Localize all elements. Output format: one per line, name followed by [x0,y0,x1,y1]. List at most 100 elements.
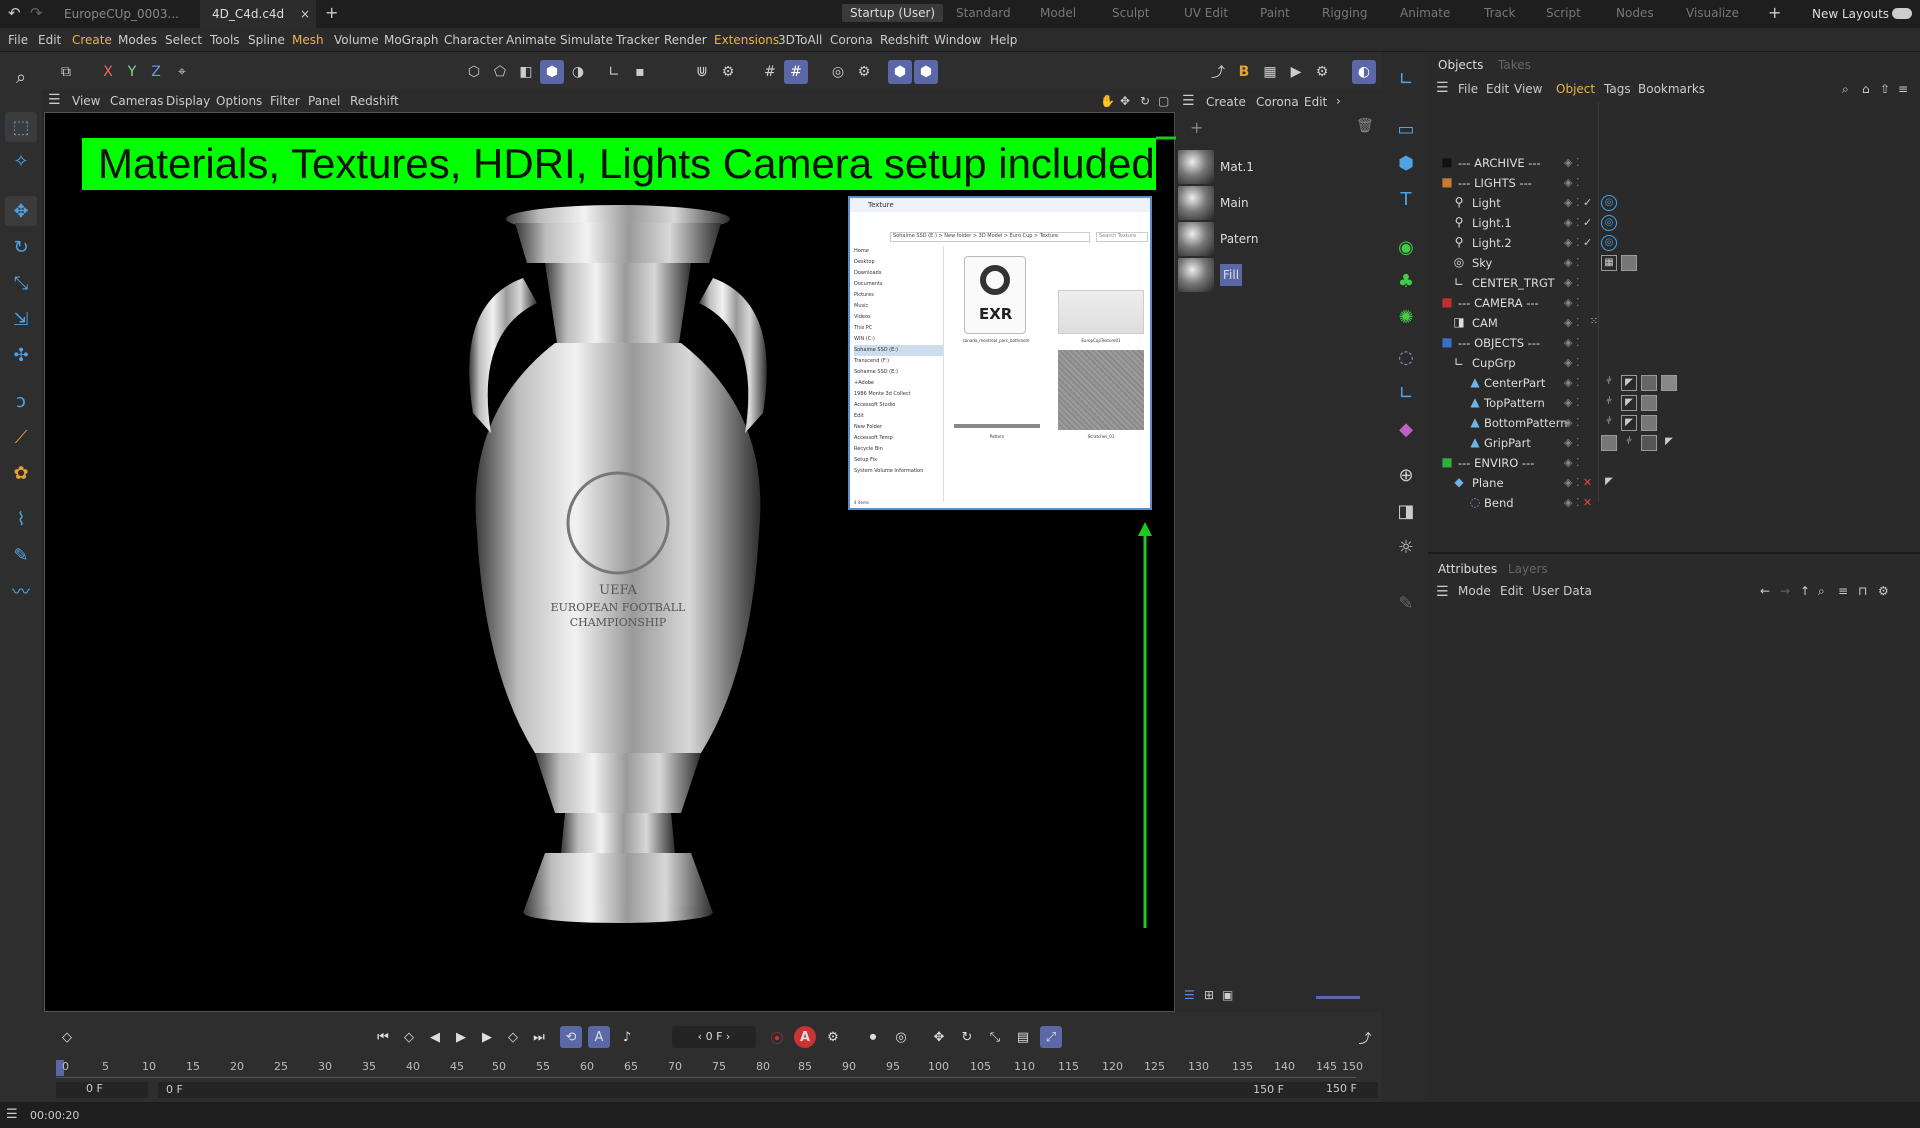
null-object-icon[interactable]: ∟ [1391,64,1421,94]
uvw-tag-icon[interactable]: ⫩ [1601,375,1617,391]
nav-item[interactable]: Accessoft Studio [854,400,943,411]
render-region-icon[interactable]: ⬢ [914,60,938,84]
spline-draw-icon[interactable]: 〰 [5,576,37,606]
menu-mograph[interactable]: MoGraph [384,33,439,47]
nav-item[interactable]: +Adobe [854,378,943,389]
menu-tools[interactable]: Tools [210,33,240,47]
nav-item[interactable]: Home [854,246,943,257]
dope-sheet-icon[interactable]: ◎ [890,1026,912,1048]
keyframe-icon[interactable]: ◇ [56,1026,78,1048]
pan-icon[interactable]: ✋ [1100,94,1115,108]
home-icon[interactable]: ⌂ [1862,82,1870,96]
play-icon[interactable]: ▶ [450,1026,472,1048]
hamburger-icon[interactable]: ☰ [6,1107,18,1122]
hamburger-icon[interactable]: ☰ [1436,80,1449,96]
selection-tag-icon[interactable]: ◤ [1661,435,1677,451]
obj-menu-tags[interactable]: Tags [1604,82,1631,96]
light-icon[interactable]: ☼ [1391,532,1421,562]
visibility-dots[interactable]: ◈ ⁚ [1564,436,1579,449]
material-item[interactable]: Fill [1178,258,1378,292]
nav-item[interactable]: Desktop [854,257,943,268]
layout-visualize[interactable]: Visualize [1686,6,1739,20]
attr-menu-mode[interactable]: Mode [1458,584,1491,598]
field-icon[interactable]: ∟ [1391,378,1421,408]
attr-menu-user-data[interactable]: User Data [1532,584,1592,598]
new-layouts-menu[interactable]: New Layouts [1812,7,1889,21]
motion-clip-icon[interactable]: ⏺ [862,1026,884,1048]
visibility-dots[interactable]: ◈ ⁚ ✕ [1564,476,1592,489]
uv-mode-icon[interactable]: ◑ [566,60,590,84]
object-row-sky[interactable]: ◎ Sky ◈ ⁚ ▦ [1428,253,1920,273]
layout-model[interactable]: Model [1040,6,1076,20]
mat-menu-corona[interactable]: Corona [1256,95,1299,109]
list-view-icon[interactable]: ☰ [1184,988,1195,1002]
move-icon[interactable]: ✥ [5,196,37,226]
chevron-right-icon[interactable]: › [1336,94,1341,108]
obj-menu-edit[interactable]: Edit [1486,82,1509,96]
protection-tag-icon[interactable]: ⁙ [1586,315,1602,331]
vp-menu-filter[interactable]: Filter [270,94,300,108]
selection-tag-icon[interactable]: ◤ [1621,375,1637,391]
nav-item[interactable]: 1986 Monte 3d Collect [854,389,943,400]
nav-item[interactable]: Sohaime SSD (E:) [854,367,943,378]
layout-track[interactable]: Track [1484,6,1515,20]
object-row-center-trgt[interactable]: ∟ CENTER_TRGT ◈ ⁚ [1428,273,1920,293]
menu-render[interactable]: Render [664,33,707,47]
visibility-dots[interactable]: ◈ ⁚ ✕ [1564,496,1592,509]
menu-corona[interactable]: Corona [830,33,873,47]
environment-icon[interactable]: ⊕ [1391,460,1421,490]
model-mode-icon[interactable]: ⧉ [54,60,78,84]
selection-tag-icon[interactable]: ◤ [1621,415,1637,431]
menu-redshift[interactable]: Redshift [880,33,929,47]
grid-icon[interactable]: # [758,60,782,84]
doc-tab-europecup[interactable]: EuropeCUp_0003... [52,0,202,28]
edit-icon[interactable]: ✎ [1391,588,1421,618]
visibility-dots[interactable]: ◈ ⁚ [1564,316,1579,329]
next-key-icon[interactable]: ◇ [502,1026,524,1048]
object-row-light[interactable]: ⚲ Light ◈ ⁚ ✓ ◎ [1428,193,1920,213]
vp-menu-redshift[interactable]: Redshift [350,94,399,108]
nav-item[interactable]: Accessoft Temp [854,433,943,444]
layout-script[interactable]: Script [1546,6,1581,20]
graph-editor-icon[interactable]: ⤴ [1354,1026,1376,1048]
zoom-slider[interactable] [1316,996,1360,999]
target-tag-icon[interactable]: ◎ [1601,195,1617,211]
material-tag-icon[interactable] [1621,255,1637,271]
hamburger-icon[interactable]: ☰ [48,92,61,108]
attr-menu-edit[interactable]: Edit [1500,584,1523,598]
nav-item[interactable]: WIN (C:) [854,334,943,345]
object-row-bottompattern[interactable]: ▲ BottomPattern ◈ ⁚ ⫩ ◤ [1428,413,1920,433]
nav-item[interactable]: Sohaime SSD (E:) [854,345,943,356]
obj-menu-bookmarks[interactable]: Bookmarks [1638,82,1705,96]
pen-icon[interactable]: ✎ [5,540,37,570]
vp-menu-display[interactable]: Display [166,94,210,108]
render-icon[interactable]: ▦ [1258,60,1282,84]
nav-item[interactable]: Downloads [854,268,943,279]
menu-window[interactable]: Window [934,33,981,47]
add-material-icon[interactable]: + [1190,118,1203,137]
selection-tag-icon[interactable]: ◤ [1621,395,1637,411]
nav-item[interactable]: Documents [854,279,943,290]
obj-menu-file[interactable]: File [1458,82,1478,96]
texture-thumbnail[interactable] [1058,290,1144,334]
object-row-grippart[interactable]: ▲ GripPart ◈ ⁚ ⫩ ◤ [1428,433,1920,453]
obj-menu-view[interactable]: View [1514,82,1542,96]
orbit-icon[interactable]: ↻ [1140,94,1150,108]
object-row-light-1[interactable]: ⚲ Light.1 ◈ ⁚ ✓ ◎ [1428,213,1920,233]
display-tag-icon[interactable]: ▦ [1601,255,1617,271]
visibility-dots[interactable]: ◈ ⁚ [1564,156,1579,169]
object-row-toppattern[interactable]: ▲ TopPattern ◈ ⁚ ⫩ ◤ [1428,393,1920,413]
material-tag-icon[interactable] [1641,375,1657,391]
text-icon[interactable]: T [1391,184,1421,214]
menu-file[interactable]: File [8,33,28,47]
forward-arrow-icon[interactable]: → [1780,584,1790,598]
brush-icon[interactable]: ⌇ [5,504,37,534]
hamburger-icon[interactable]: ☰ [1182,93,1195,109]
nav-item[interactable]: System Volume Information [854,466,943,477]
tab-objects[interactable]: Objects [1438,58,1483,72]
object-row-lights[interactable]: ■ --- LIGHTS --- ◈ ⁚ [1428,173,1920,193]
key-scale-icon[interactable]: ⤡ [984,1026,1006,1048]
nav-item[interactable]: Videos [854,312,943,323]
material-item[interactable]: Main [1178,186,1378,220]
edges-mode-icon[interactable]: ⬠ [488,60,512,84]
